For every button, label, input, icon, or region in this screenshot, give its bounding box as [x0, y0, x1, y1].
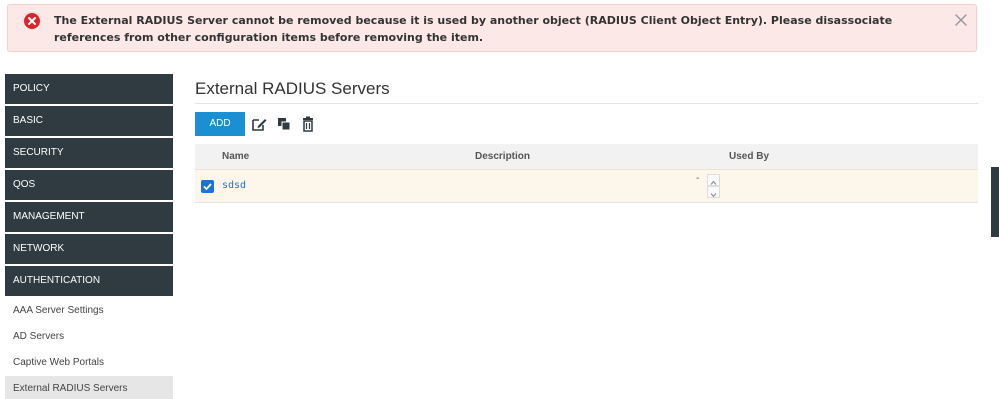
sidebar-subitem-captive-web-portals[interactable]: Captive Web Portals — [5, 350, 173, 376]
row-description: - — [696, 173, 700, 184]
main-content: External RADIUS Servers ADD Name Descrip… — [195, 78, 978, 203]
toolbar: ADD — [195, 112, 978, 148]
add-button[interactable]: ADD — [195, 112, 245, 136]
error-alert: The External RADIUS Server cannot be rem… — [7, 4, 977, 52]
row-name-link[interactable]: sdsd — [222, 180, 246, 191]
sidebar-item-security[interactable]: SECURITY — [5, 138, 173, 168]
delete-icon[interactable] — [300, 116, 316, 132]
row-checkbox[interactable] — [201, 180, 214, 193]
error-icon — [24, 13, 40, 29]
sidebar-item-network[interactable]: NETWORK — [5, 234, 173, 264]
table-header: Name Description Used By — [195, 144, 978, 169]
sidebar-nav: POLICY BASIC SECURITY QOS MANAGEMENT NET… — [5, 74, 173, 399]
sidebar-item-policy[interactable]: POLICY — [5, 74, 173, 104]
column-header-used-by[interactable]: Used By — [729, 151, 769, 162]
chevron-down-icon[interactable] — [707, 186, 720, 198]
close-icon[interactable] — [952, 11, 970, 29]
chevron-up-icon[interactable] — [707, 174, 720, 186]
edit-icon[interactable] — [251, 116, 267, 132]
servers-table: Name Description Used By sdsd - — [195, 144, 978, 203]
table-row[interactable]: sdsd - — [195, 169, 978, 203]
clone-icon[interactable] — [276, 116, 292, 132]
sidebar-subitem-ad-servers[interactable]: AD Servers — [5, 324, 173, 350]
sidebar-item-management[interactable]: MANAGEMENT — [5, 202, 173, 232]
column-header-name[interactable]: Name — [222, 151, 249, 162]
page-title: External RADIUS Servers — [195, 78, 978, 104]
sidebar-subitem-external-radius-servers[interactable]: External RADIUS Servers — [5, 376, 173, 399]
sidebar-subitem-aaa-server-settings[interactable]: AAA Server Settings — [5, 298, 173, 324]
authentication-submenu: AAA Server Settings AD Servers Captive W… — [5, 298, 173, 399]
sidebar-item-qos[interactable]: QOS — [5, 170, 173, 200]
sidebar-item-authentication[interactable]: AUTHENTICATION — [5, 266, 173, 296]
column-header-description[interactable]: Description — [475, 151, 530, 162]
alert-message: The External RADIUS Server cannot be rem… — [54, 14, 893, 44]
used-by-stepper[interactable] — [707, 174, 720, 198]
side-panel-tab[interactable] — [991, 167, 999, 237]
sidebar-item-basic[interactable]: BASIC — [5, 106, 173, 136]
